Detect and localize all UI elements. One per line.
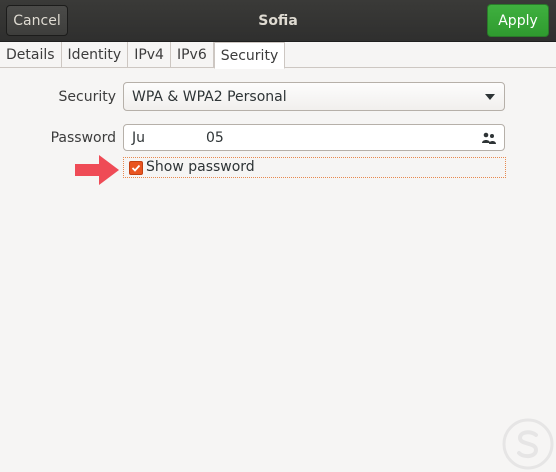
cancel-button[interactable]: Cancel	[6, 5, 68, 36]
checkmark-icon	[131, 164, 141, 172]
security-select-value: WPA & WPA2 Personal	[132, 88, 287, 105]
show-password-label[interactable]: Show password	[146, 159, 255, 175]
tab-details[interactable]: Details	[0, 42, 62, 68]
header-bar: Cancel Sofia Apply	[0, 0, 556, 42]
apply-button[interactable]: Apply	[487, 4, 549, 37]
people-icon[interactable]	[482, 131, 496, 145]
password-label: Password	[50, 130, 116, 146]
tab-bar: Details Identity IPv4 IPv6 Security	[0, 42, 556, 69]
password-value-start: Ju	[132, 130, 146, 146]
show-password-checkbox[interactable]	[129, 161, 143, 175]
tab-ipv4[interactable]: IPv4	[128, 42, 171, 68]
security-select[interactable]: WPA & WPA2 Personal	[123, 82, 505, 111]
password-field[interactable]: Ju 05	[123, 124, 505, 151]
red-arrow-icon	[75, 155, 119, 185]
password-value-end: 05	[206, 130, 224, 146]
brand-s-logo	[502, 418, 554, 470]
tab-identity[interactable]: Identity	[62, 42, 129, 68]
tab-ipv6[interactable]: IPv6	[171, 42, 214, 68]
dropdown-arrow-icon	[485, 94, 495, 100]
show-password-row[interactable]: Show password	[123, 157, 506, 178]
security-label: Security	[58, 89, 117, 105]
tab-security[interactable]: Security	[213, 42, 286, 69]
window-title: Sofia	[258, 13, 298, 29]
